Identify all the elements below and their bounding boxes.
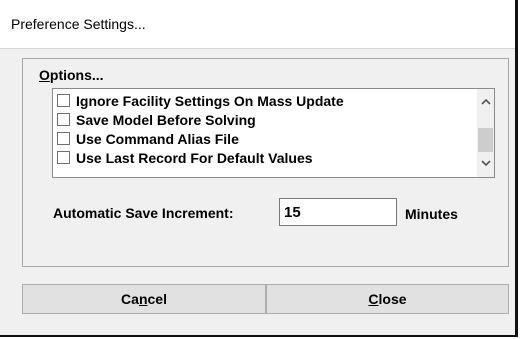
scroll-down-button[interactable] <box>477 155 494 172</box>
chevron-down-icon <box>480 160 491 167</box>
autosave-increment-input[interactable] <box>279 198 397 226</box>
autosave-label: Automatic Save Increment: <box>53 205 234 221</box>
cancel-button[interactable]: Cancel <box>22 284 266 314</box>
checkbox-icon[interactable] <box>57 94 70 107</box>
options-scrollbar[interactable] <box>477 89 494 177</box>
window-title: Preference Settings... <box>11 16 146 32</box>
mnemonic-letter: O <box>39 67 50 83</box>
scroll-up-button[interactable] <box>477 93 494 110</box>
list-item[interactable]: Save Model Before Solving <box>57 110 256 129</box>
close-button[interactable]: Close <box>266 284 509 314</box>
close-button-label: Close <box>368 291 407 307</box>
checkbox-icon[interactable] <box>57 151 70 164</box>
chevron-up-icon <box>480 98 491 105</box>
preference-settings-dialog: Preference Settings... Options... Ignore… <box>0 0 518 337</box>
options-listbox[interactable]: Ignore Facility Settings On Mass Update … <box>52 88 495 178</box>
mnemonic-letter: n <box>138 291 148 307</box>
mnemonic-letter: C <box>368 291 379 307</box>
checkbox-icon[interactable] <box>57 132 70 145</box>
options-group-label: Options... <box>39 67 104 83</box>
list-item[interactable]: Use Last Record For Default Values <box>57 148 313 167</box>
checkbox-icon[interactable] <box>57 113 70 126</box>
list-item-label: Use Last Record For Default Values <box>76 149 313 166</box>
list-item-label: Use Command Alias File <box>76 130 239 147</box>
title-bar[interactable]: Preference Settings... <box>0 0 515 49</box>
list-item-label: Ignore Facility Settings On Mass Update <box>76 92 344 109</box>
cancel-button-label: Cancel <box>121 291 167 307</box>
list-item[interactable]: Use Command Alias File <box>57 129 239 148</box>
scroll-thumb[interactable] <box>478 128 493 152</box>
list-item-label: Save Model Before Solving <box>76 111 256 128</box>
list-item[interactable]: Ignore Facility Settings On Mass Update <box>57 91 344 110</box>
minutes-label: Minutes <box>405 206 458 222</box>
